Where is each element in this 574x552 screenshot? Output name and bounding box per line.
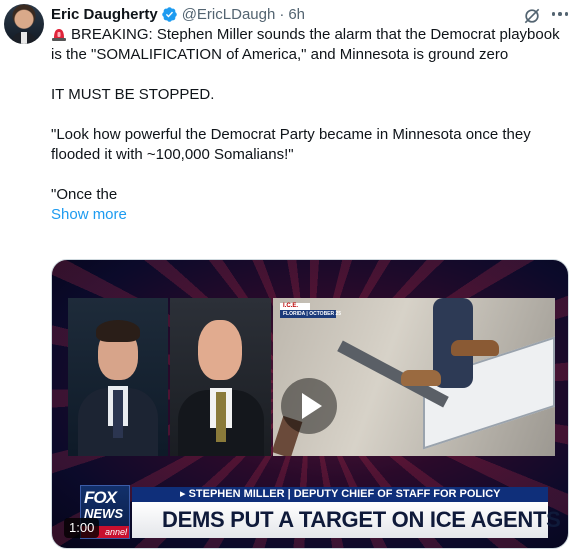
- lower-third-subtitle: ▸ STEPHEN MILLER | DEPUTY CHIEF OF STAFF…: [132, 487, 548, 502]
- post-line-3: "Look how powerful the Democrat Party be…: [51, 126, 531, 163]
- more-dot: [564, 12, 569, 16]
- play-icon[interactable]: [279, 376, 339, 436]
- network-logo-fox: FOX: [84, 488, 117, 507]
- grok-icon[interactable]: [522, 6, 542, 26]
- post-header: Eric Daugherty @EricLDaugh · 6h: [51, 4, 305, 24]
- verified-badge-icon[interactable]: [161, 6, 178, 23]
- video-player[interactable]: I.C.E. FLORIDA | OCTOBER 25 FOX NEWS ann…: [51, 259, 569, 549]
- more-dot: [551, 12, 556, 16]
- post-text: BREAKING: Stephen Miller sounds the alar…: [51, 25, 561, 225]
- post-line-4: "Once the: [51, 186, 118, 203]
- post-line-1: BREAKING: Stephen Miller sounds the alar…: [51, 26, 560, 63]
- more-icon[interactable]: [548, 4, 572, 24]
- rotating-light-icon: [52, 29, 66, 41]
- author-name[interactable]: Eric Daugherty: [51, 6, 158, 23]
- avatar[interactable]: [4, 4, 44, 44]
- post-time[interactable]: 6h: [288, 6, 305, 23]
- video-panel-host: [68, 298, 168, 456]
- ice-label: I.C.E.: [280, 303, 310, 310]
- author-handle[interactable]: @EricLDaugh: [182, 6, 276, 23]
- lower-third-headline: DEMS PUT A TARGET ON ICE AGENTS: [132, 502, 561, 538]
- post-line-2: IT MUST BE STOPPED.: [51, 86, 215, 103]
- header-separator: ·: [279, 5, 285, 23]
- post-paragraph-1: BREAKING: Stephen Miller sounds the alar…: [51, 25, 561, 65]
- ice-location: FLORIDA | OCTOBER 25: [280, 310, 341, 318]
- news-lower-third: FOX NEWS annel ▸ STEPHEN MILLER | DEPUTY…: [80, 485, 561, 539]
- avatar-shirt: [21, 32, 27, 44]
- more-dot: [558, 12, 562, 16]
- show-more-link[interactable]: Show more: [51, 205, 127, 225]
- video-panel-guest: [170, 298, 271, 456]
- ice-badge: I.C.E. FLORIDA | OCTOBER 25: [280, 303, 341, 318]
- video-duration: 1:00: [64, 518, 100, 538]
